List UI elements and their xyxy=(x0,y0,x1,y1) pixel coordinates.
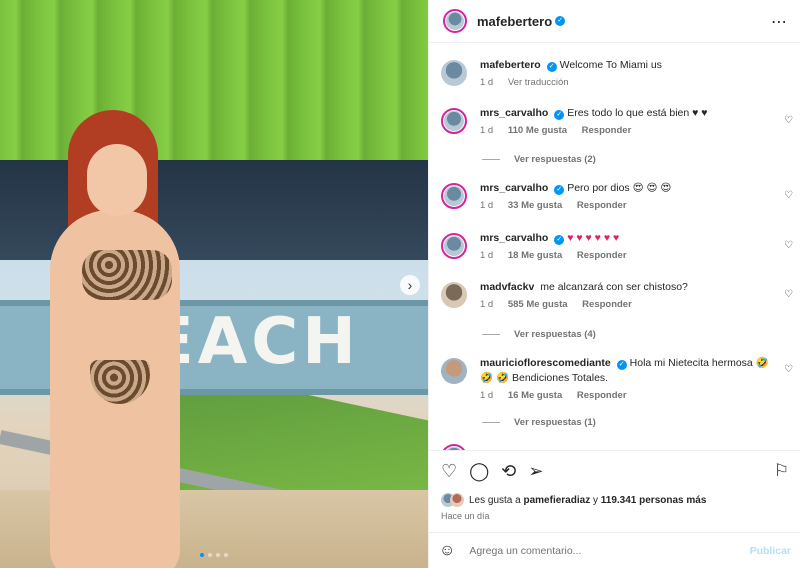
likes-summary[interactable]: Les gusta a pamefieradiaz y 119.341 pers… xyxy=(441,493,706,507)
comment-time: 1 d xyxy=(480,125,494,136)
carousel-dot xyxy=(224,553,228,557)
caption: mafebertero ✓ Welcome To Miami us 1 d Ver… xyxy=(441,58,791,90)
reply-button[interactable]: Responder xyxy=(577,200,627,211)
like-icon[interactable]: ♡ xyxy=(441,461,457,482)
comment-text: Pero por dios 😍 😍 😍 xyxy=(567,182,672,194)
comment-text: ♥ ♥ ♥ ♥ ♥ ♥ xyxy=(567,232,620,244)
like-comment-icon[interactable]: ♡ xyxy=(784,289,793,300)
like-comment-icon[interactable]: ♡ xyxy=(784,364,793,375)
more-options-icon[interactable]: ⋯ xyxy=(771,12,788,32)
comment-text: me alcanzará con ser chistoso? xyxy=(540,281,688,293)
comment-username[interactable]: mauriciofloresc​omediante xyxy=(480,357,611,369)
comment-item: mauriciofloresc​omediante ✓ Hola mi Niete… xyxy=(441,356,791,403)
comment-item: mrs_carvalho ✓ Pero por dios 😍 😍 😍 1 d 33… xyxy=(441,181,791,213)
commenter-avatar[interactable] xyxy=(441,282,467,308)
reply-button[interactable]: Responder xyxy=(582,125,632,136)
comment-username[interactable]: mrs_carvalho xyxy=(480,232,548,244)
comment-text-continued: 🤣 🤣 Bendiciones Totales. xyxy=(480,372,609,384)
comment-composer: ☺ Publicar xyxy=(429,532,800,568)
comment-likes[interactable]: 16 Me gusta xyxy=(508,390,562,401)
comment-likes[interactable]: 110 Me gusta xyxy=(508,125,567,136)
comment-time: 1 d xyxy=(480,200,494,211)
comment-text: Hola mi Nietecita hermosa 🤣 xyxy=(629,357,769,369)
comment-icon[interactable]: ◯ xyxy=(469,461,489,482)
verified-icon: ✓ xyxy=(616,360,627,370)
like-comment-icon[interactable]: ♡ xyxy=(784,115,793,126)
post-time: Hace un día xyxy=(441,511,490,521)
liker-username[interactable]: pamefieradiaz xyxy=(524,495,591,506)
person xyxy=(20,110,190,568)
post-header: mafebertero ✓ ⋯ xyxy=(429,0,800,43)
publish-button[interactable]: Publicar xyxy=(750,545,791,557)
reply-button[interactable]: Responder xyxy=(577,250,627,261)
send-icon[interactable]: ➢ xyxy=(528,461,543,482)
commenter-avatar[interactable] xyxy=(441,358,467,384)
comment-text: Eres todo lo que está bien ♥ ♥ xyxy=(567,107,708,119)
comment-username[interactable]: mafebertero xyxy=(480,59,541,71)
carousel-dot xyxy=(216,553,220,557)
comment-time: 1 d xyxy=(480,390,494,401)
comment-time: 1 d xyxy=(480,250,494,261)
author-username[interactable]: mafebertero xyxy=(477,14,552,29)
verified-icon: ✓ xyxy=(546,62,557,72)
like-comment-icon[interactable]: ♡ xyxy=(784,190,793,201)
comment-input[interactable] xyxy=(469,544,750,557)
view-replies-button[interactable]: Ver respuestas (2) xyxy=(482,154,596,165)
liker-avatar xyxy=(450,493,464,507)
comment-likes[interactable]: 585 Me gusta xyxy=(508,299,568,310)
comment-item: madvfackv me alcanzará con ser chistoso?… xyxy=(441,280,791,312)
verified-icon: ✓ xyxy=(554,235,565,245)
emoji-icon[interactable]: ☺ xyxy=(439,542,455,560)
post-panel: mafebertero ✓ ⋯ mafebertero ✓ Welcome To … xyxy=(428,0,800,568)
bookmark-icon[interactable]: ⚐ xyxy=(774,461,789,481)
carousel-dot xyxy=(208,553,212,557)
comment-time: 1 d xyxy=(480,77,494,88)
reply-button[interactable]: Responder xyxy=(577,390,627,401)
verified-icon: ✓ xyxy=(554,185,565,195)
commenter-avatar[interactable] xyxy=(441,108,467,134)
comment-username[interactable]: madvfackv xyxy=(480,281,534,293)
carousel-dots xyxy=(200,553,228,557)
post-photo[interactable]: EACH › xyxy=(0,0,428,568)
commenter-avatar[interactable] xyxy=(441,233,467,259)
author-avatar[interactable] xyxy=(443,9,467,33)
view-replies-button[interactable]: Ver respuestas (4) xyxy=(482,329,596,340)
comment-item: mrs_carvalho ✓ ♥ ♥ ♥ ♥ ♥ ♥ 1 d 18 Me gust… xyxy=(441,231,791,263)
carousel-dot-active xyxy=(200,553,204,557)
view-replies-button[interactable]: Ver respuestas (1) xyxy=(482,417,596,428)
reply-button[interactable]: Responder xyxy=(582,299,632,310)
post-actions: ♡ ◯ ⟲ ➢ ⚐ Les gusta a pamefieradiaz y 11… xyxy=(429,450,800,532)
next-photo-button[interactable]: › xyxy=(400,275,420,295)
like-comment-icon[interactable]: ♡ xyxy=(784,240,793,251)
likes-mid: y xyxy=(592,494,598,506)
comments-list[interactable]: mafebertero ✓ Welcome To Miami us 1 d Ver… xyxy=(429,44,800,450)
comment-time: 1 d xyxy=(480,299,494,310)
comment-item-partial xyxy=(441,442,791,450)
commenter-avatar[interactable] xyxy=(441,183,467,209)
comment-text: Welcome To Miami us xyxy=(559,59,662,71)
likes-count[interactable]: 119.341 personas más xyxy=(601,495,707,506)
verified-icon: ✓ xyxy=(554,110,565,120)
comment-likes[interactable]: 33 Me gusta xyxy=(508,200,562,211)
likes-prefix: Les gusta a xyxy=(469,494,521,506)
commenter-avatar[interactable] xyxy=(441,60,467,86)
share-icon[interactable]: ⟲ xyxy=(501,461,516,482)
translate-link[interactable]: Ver traducción xyxy=(508,77,569,88)
comment-username[interactable]: mrs_carvalho xyxy=(480,182,548,194)
verified-icon: ✓ xyxy=(555,16,566,26)
comment-username[interactable]: mrs_carvalho xyxy=(480,107,548,119)
comment-item: mrs_carvalho ✓ Eres todo lo que está bien… xyxy=(441,106,791,138)
comment-likes[interactable]: 18 Me gusta xyxy=(508,250,562,261)
